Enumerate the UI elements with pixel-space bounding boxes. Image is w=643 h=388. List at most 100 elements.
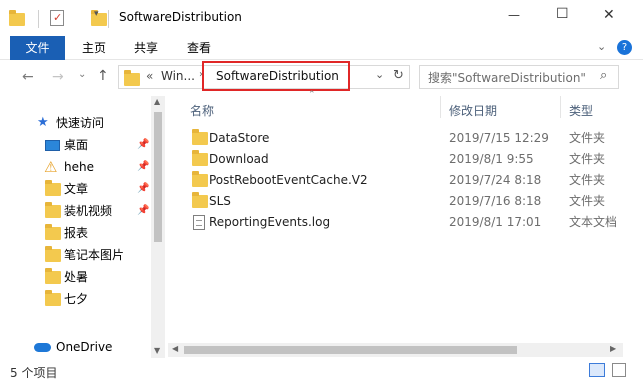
file-date: 2019/7/16 8:18 — [449, 194, 542, 208]
file-row[interactable]: SLS 2019/7/16 8:18 文件夹 — [184, 191, 643, 212]
forward-arrow-icon[interactable]: → — [52, 69, 64, 85]
file-row[interactable]: PostRebootEventCache.V2 2019/7/24 8:18 文… — [184, 170, 643, 191]
sidebar-label: 报表 — [64, 226, 89, 240]
details-view-icon[interactable] — [589, 363, 605, 377]
file-type: 文件夹 — [569, 131, 606, 145]
large-icons-view-icon[interactable] — [612, 363, 626, 377]
pin-icon[interactable]: 📌 — [137, 139, 149, 150]
tab-home[interactable]: 主页 — [72, 36, 116, 60]
column-header-type[interactable]: 类型 — [569, 102, 593, 119]
pin-icon[interactable]: 📌 — [137, 205, 149, 216]
sidebar-item-laptop-pictures[interactable]: 笔记本图片 — [0, 244, 165, 266]
folder-icon — [45, 246, 61, 262]
ribbon-tabs: 文件 主页 共享 查看 ⌄ ? — [0, 36, 643, 60]
file-date: 2019/7/24 8:18 — [449, 173, 542, 187]
sidebar-scrollbar[interactable]: ▲ ▼ — [151, 96, 165, 358]
maximize-button[interactable]: ☐ — [556, 6, 569, 22]
sort-indicator-icon: ⌃ — [308, 90, 316, 100]
file-type: 文件夹 — [569, 152, 606, 166]
help-icon[interactable]: ? — [617, 40, 632, 55]
sidebar-item-qixi[interactable]: 七夕 — [0, 288, 165, 310]
sidebar-label: 七夕 — [64, 292, 89, 306]
status-item-count: 5 个项目 — [10, 366, 58, 380]
file-type: 文件夹 — [569, 194, 606, 208]
search-input[interactable]: 搜索"SoftwareDistribution" — [428, 69, 586, 86]
folder-icon — [124, 70, 140, 86]
title-bar: ✓ ▾ SoftwareDistribution — ☐ ✕ — [0, 0, 643, 36]
folder-icon — [9, 10, 25, 26]
window-title: SoftwareDistribution — [119, 10, 242, 24]
address-bar[interactable]: « Win... › SoftwareDistribution ⌄ ↻ — [118, 61, 410, 91]
file-row[interactable]: DataStore 2019/7/15 12:29 文件夹 — [184, 128, 643, 149]
text-lines-icon — [196, 220, 202, 226]
file-name: SLS — [209, 194, 231, 208]
folder-icon — [192, 171, 208, 187]
up-arrow-icon[interactable]: ↑ — [97, 68, 109, 84]
search-icon[interactable]: ⌕ — [600, 68, 607, 83]
file-type: 文本文档 — [569, 215, 618, 229]
file-name: DataStore — [209, 131, 270, 145]
breadcrumb-parent[interactable]: Win... — [161, 69, 195, 83]
file-type: 文件夹 — [569, 173, 606, 187]
file-row[interactable]: Download 2019/8/1 9:55 文件夹 — [184, 149, 643, 170]
column-header-name[interactable]: 名称 — [190, 102, 214, 119]
address-dropdown-icon[interactable]: ⌄ — [375, 68, 384, 81]
text-file-icon — [193, 215, 205, 230]
pin-icon[interactable]: 📌 — [137, 161, 149, 172]
column-divider[interactable] — [560, 96, 561, 118]
scroll-down-icon[interactable]: ▼ — [154, 346, 160, 355]
desktop-icon — [45, 140, 60, 151]
sidebar-label: 文章 — [64, 182, 89, 196]
file-row[interactable]: ReportingEvents.log 2019/8/1 17:01 文本文档 — [184, 212, 643, 233]
sidebar-item-chushu[interactable]: 处暑 — [0, 266, 165, 288]
file-name: Download — [209, 152, 269, 166]
column-divider[interactable] — [440, 96, 441, 118]
file-name: PostRebootEventCache.V2 — [209, 173, 368, 187]
sidebar-quick-access[interactable]: ★ 快速访问 — [0, 112, 165, 134]
sidebar-label: 装机视频 — [64, 204, 113, 218]
sidebar-label: 桌面 — [64, 138, 89, 152]
minimize-button[interactable]: — — [508, 8, 520, 22]
tab-share[interactable]: 共享 — [124, 36, 168, 60]
customize-dropdown-icon[interactable]: ▾ — [94, 9, 99, 19]
search-box[interactable]: 搜索"SoftwareDistribution" ⌕ — [419, 65, 619, 89]
column-header-date[interactable]: 修改日期 — [449, 102, 497, 119]
back-arrow-icon[interactable]: ← — [22, 69, 34, 85]
scroll-up-icon[interactable]: ▲ — [154, 97, 160, 106]
sidebar-label: OneDrive — [56, 340, 113, 354]
properties-icon[interactable]: ✓ — [50, 10, 64, 26]
sidebar-label: 处暑 — [64, 270, 89, 284]
sidebar-item-reports[interactable]: 报表 — [0, 222, 165, 244]
path-overflow[interactable]: « — [146, 69, 153, 83]
close-button[interactable]: ✕ — [603, 7, 615, 23]
folder-icon — [192, 129, 208, 145]
cloud-icon — [34, 343, 51, 352]
tab-view[interactable]: 查看 — [177, 36, 221, 60]
folder-icon — [192, 150, 208, 166]
sidebar-label: hehe — [64, 160, 94, 174]
scroll-right-icon[interactable]: ▶ — [610, 344, 616, 353]
recent-locations-icon[interactable]: ⌄ — [78, 69, 86, 80]
expand-ribbon-icon[interactable]: ⌄ — [597, 40, 606, 53]
sidebar-item-onedrive[interactable]: OneDrive — [0, 336, 165, 358]
folder-icon — [45, 180, 61, 196]
file-date: 2019/8/1 17:01 — [449, 215, 542, 229]
warning-icon: ⚠ — [44, 158, 58, 176]
sidebar-label: 快速访问 — [56, 116, 105, 130]
file-name: ReportingEvents.log — [209, 215, 331, 229]
star-icon: ★ — [37, 115, 49, 130]
folder-icon — [45, 290, 61, 306]
breadcrumb-current[interactable]: SoftwareDistribution — [216, 69, 339, 83]
tab-file[interactable]: 文件 — [10, 36, 65, 60]
horizontal-scrollbar[interactable]: ◀ ▶ — [168, 343, 623, 357]
folder-icon — [45, 224, 61, 240]
scroll-left-icon[interactable]: ◀ — [172, 344, 178, 353]
file-date: 2019/8/1 9:55 — [449, 152, 534, 166]
sidebar-label: 笔记本图片 — [64, 248, 125, 262]
scroll-thumb[interactable] — [184, 346, 517, 354]
scroll-thumb[interactable] — [154, 112, 162, 242]
separator — [108, 10, 109, 28]
folder-icon — [192, 192, 208, 208]
refresh-icon[interactable]: ↻ — [393, 68, 404, 83]
pin-icon[interactable]: 📌 — [137, 183, 149, 194]
